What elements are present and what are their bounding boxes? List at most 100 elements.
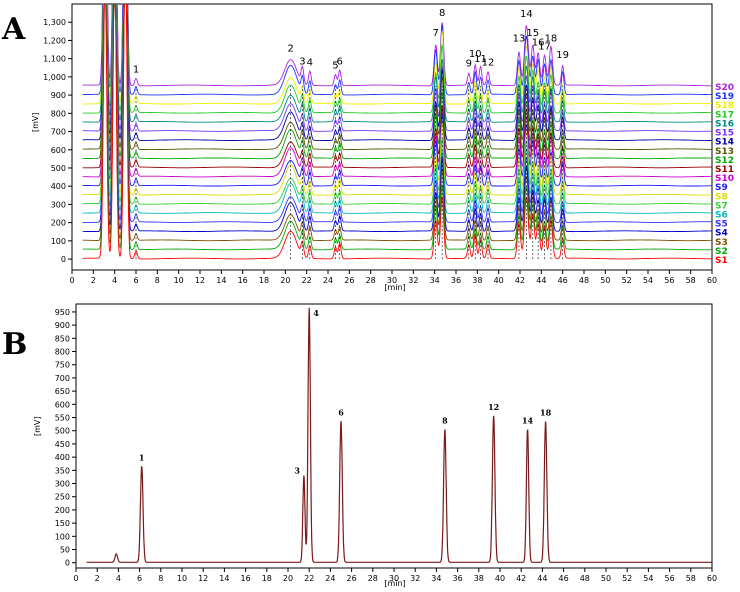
series-line-s12: [82, 4, 712, 160]
b-x-tick-label: 16: [241, 574, 251, 583]
b-y-tick-label: 500: [55, 427, 70, 436]
b-x-tick-label: 2: [95, 574, 100, 583]
b-y-tick-label: 0: [65, 559, 70, 568]
legend-item-s14: S14: [715, 138, 734, 148]
traces-b: [86, 307, 712, 563]
b-x-tick-label: 18: [262, 574, 272, 583]
a-y-tick-label: 500: [51, 164, 66, 173]
a-y-tick-label: 0: [61, 255, 66, 264]
legend-item-s3: S3: [715, 238, 728, 248]
b-x-tick-label: 44: [537, 574, 547, 583]
a-x-tick-label: 28: [366, 276, 376, 285]
peak-labels-b: 1 3 4 6 8 12 14 18: [139, 308, 552, 476]
b-x-tick-label: 50: [601, 574, 611, 583]
b-x-tick-label: 26: [347, 574, 357, 583]
series-line-s6: [82, 4, 712, 214]
a-x-tick-label: 0: [69, 276, 74, 285]
b-y-tick-label: 150: [55, 519, 70, 528]
b-peak-label: 3: [294, 466, 300, 476]
legend-item-s12: S12: [715, 156, 734, 166]
a-y-tick-label: 900: [51, 91, 66, 100]
b-y-tick-label: 550: [55, 414, 70, 423]
legend-item-s4: S4: [715, 229, 728, 239]
b-y-tick-label: 800: [55, 348, 70, 357]
b-y-tick-label: 750: [55, 361, 70, 370]
panel-a-letter: A: [1, 12, 26, 47]
a-x-tick-label: 18: [259, 276, 269, 285]
a-peak-label: 12: [482, 58, 495, 69]
b-x-tick-label: 28: [368, 574, 378, 583]
y-axis-a: 0 100 200 300 400 500 600 700 800 900 1,000 1,100 1,…: [43, 18, 72, 264]
b-y-tick-label: 200: [55, 506, 70, 515]
legend-item-s15: S15: [715, 129, 734, 139]
a-x-tick-label: 34: [430, 276, 440, 285]
b-x-tick-label: 56: [665, 574, 675, 583]
a-y-tick-label: 1,100: [43, 55, 66, 64]
plot-frame-b: [75, 303, 713, 569]
legend-item-s18: S18: [715, 101, 734, 111]
series-line-s4: [82, 4, 712, 233]
legend-item-s19: S19: [715, 92, 734, 102]
b-y-tick-label: 350: [55, 466, 70, 475]
b-x-tick-label: 24: [325, 574, 335, 583]
a-x-tick-label: 60: [707, 276, 717, 285]
a-x-tick-label: 20: [280, 276, 290, 285]
a-peak-label: 13: [513, 34, 526, 45]
legend-item-s5: S5: [715, 220, 728, 230]
a-x-tick-label: 50: [600, 276, 610, 285]
a-x-tick-label: 38: [472, 276, 482, 285]
a-x-tick-label: 12: [195, 276, 205, 285]
legend-item-s17: S17: [715, 110, 734, 120]
a-x-tick-label: 36: [451, 276, 461, 285]
series-line-s19: [82, 4, 712, 96]
b-x-tick-label: 6: [137, 574, 142, 583]
a-y-tick-label: 800: [51, 109, 66, 118]
a-x-tick-label: 6: [133, 276, 138, 285]
a-peak-label: 2: [287, 43, 293, 54]
x-axis-title-a: [min]: [384, 283, 405, 292]
chromatogram-panel-b: 0501001502002503003504004505005506006507…: [33, 303, 717, 588]
b-y-tick-label: 400: [55, 453, 70, 462]
legend-a: S1S2S3S4S5S6S7S8S9S10S11S12S13S14S15S16S…: [715, 83, 734, 266]
b-x-tick-label: 46: [559, 574, 569, 583]
b-x-tick-label: 58: [686, 574, 696, 583]
a-x-tick-label: 10: [174, 276, 184, 285]
b-y-tick-label: 950: [55, 308, 70, 317]
a-peak-label: 6: [337, 57, 343, 68]
series-line-s13: [82, 4, 712, 151]
legend-item-s16: S16: [715, 119, 734, 129]
b-y-tick-label: 250: [55, 493, 70, 502]
a-x-tick-label: 24: [323, 276, 333, 285]
a-peak-label: 19: [556, 50, 569, 61]
a-x-tick-label: 22: [302, 276, 312, 285]
a-x-tick-label: 26: [344, 276, 354, 285]
b-peak-label: 18: [540, 407, 552, 417]
b-y-tick-label: 900: [55, 321, 70, 330]
b-x-tick-label: 14: [219, 574, 229, 583]
b-y-tick-label: 100: [55, 532, 70, 541]
x-axis-title-b: [min]: [384, 579, 405, 588]
a-x-tick-label: 52: [622, 276, 632, 285]
a-y-tick-label: 100: [51, 237, 66, 246]
b-x-tick-label: 42: [516, 574, 526, 583]
a-x-tick-label: 42: [515, 276, 525, 285]
b-x-tick-label: 10: [177, 574, 187, 583]
b-x-tick-label: 12: [198, 574, 208, 583]
b-peak-label: 8: [442, 415, 448, 425]
b-x-tick-label: 34: [431, 574, 441, 583]
y-axis-b: 0 50 100 150 200 250 300 350 400 450 500 550 600 650 7…: [55, 308, 76, 568]
a-y-tick-label: 700: [51, 128, 66, 137]
a-x-tick-label: 46: [558, 276, 568, 285]
a-x-tick-label: 2: [91, 276, 96, 285]
peak-labels-a: 123 4 5678910111213141516171819: [133, 8, 569, 75]
legend-item-s11: S11: [715, 165, 734, 175]
b-x-tick-label: 36: [453, 574, 463, 583]
b-x-tick-label: 54: [643, 574, 653, 583]
legend-item-s2: S2: [715, 247, 728, 257]
panel-b-letter: B: [2, 327, 27, 362]
a-peak-label: 3: [299, 57, 305, 68]
legend-item-s8: S8: [715, 192, 728, 202]
b-y-tick-label: 450: [55, 440, 70, 449]
chromatogram-panel-a: 01002003004005006007008009001,0001,1001,…: [31, 3, 734, 292]
series-line-reference: [86, 307, 712, 563]
